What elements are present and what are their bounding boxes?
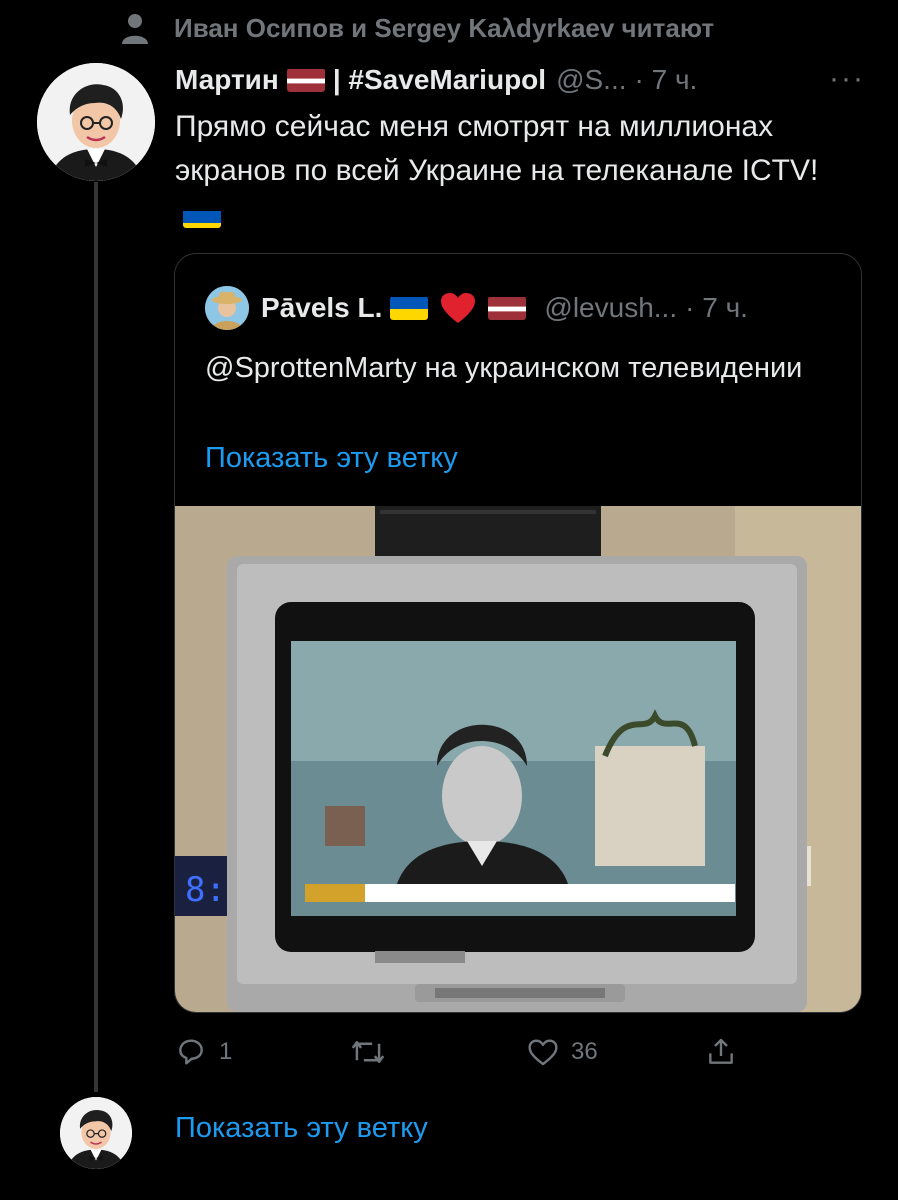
ukraine-flag-icon — [390, 296, 429, 320]
retweet-button[interactable] — [350, 1030, 398, 1074]
like-button[interactable]: 36 — [527, 1030, 598, 1074]
quote-author-handle[interactable]: @levush... — [544, 292, 677, 324]
quote-header: Pāvels L. @levush... · 7 ч. — [205, 286, 845, 330]
share-icon — [709, 1038, 733, 1064]
ukraine-flag-icon — [183, 204, 221, 229]
social-context-text[interactable]: Иван Осипов и Sergey Kaλdyrkaev читают — [174, 13, 714, 44]
social-context: Иван Осипов и Sergey Kaλdyrkaev читают — [118, 8, 714, 48]
quote-text: @SprottenMarty на украинском телевидении — [205, 352, 803, 384]
tweet-time[interactable]: · 7 ч. — [635, 64, 698, 96]
tv-photo[interactable]: 8:4 — [175, 506, 861, 1012]
tweet-text: Прямо сейчас меня смотрят на миллионах э… — [175, 105, 865, 237]
quote-author-name[interactable]: Pāvels L. — [261, 292, 382, 324]
show-thread-link[interactable]: Показать эту ветку — [175, 1112, 428, 1145]
quote-author-avatar[interactable] — [205, 286, 249, 330]
share-button[interactable] — [705, 1030, 737, 1074]
person-icon — [122, 14, 148, 44]
author-name-suffix[interactable]: | #SaveMariupol — [333, 64, 546, 96]
tweet-header: Мартин | #SaveMariupol @S... · 7 ч. ··· — [175, 60, 865, 100]
latvia-flag-icon — [488, 296, 527, 320]
reply-icon — [179, 1039, 203, 1065]
more-options-icon[interactable]: ··· — [829, 62, 865, 96]
retweet-icon — [351, 1041, 385, 1063]
author-handle[interactable]: @S... — [556, 64, 626, 96]
reply-count: 1 — [219, 1038, 233, 1065]
reply-button[interactable]: 1 — [175, 1030, 232, 1074]
author-name[interactable]: Мартин — [175, 64, 279, 96]
tweet-actions: 1 36 — [175, 1030, 775, 1074]
quote-tweet-card[interactable]: Pāvels L. @levush... · 7 ч. @SprottenMar… — [174, 253, 862, 1013]
like-count: 36 — [571, 1038, 598, 1065]
thread-line — [94, 182, 98, 1092]
author-avatar[interactable] — [37, 63, 155, 181]
latvia-flag-icon — [286, 68, 325, 92]
thread-author-avatar[interactable] — [60, 1097, 132, 1169]
quote-show-thread-link[interactable]: Показать эту ветку — [205, 442, 458, 475]
quote-time[interactable]: · 7 ч. — [685, 292, 748, 324]
heart-emoji-icon — [440, 292, 476, 324]
heart-icon — [528, 1039, 558, 1066]
tweet-text-content: Прямо сейчас меня смотрят на миллионах э… — [175, 110, 819, 187]
